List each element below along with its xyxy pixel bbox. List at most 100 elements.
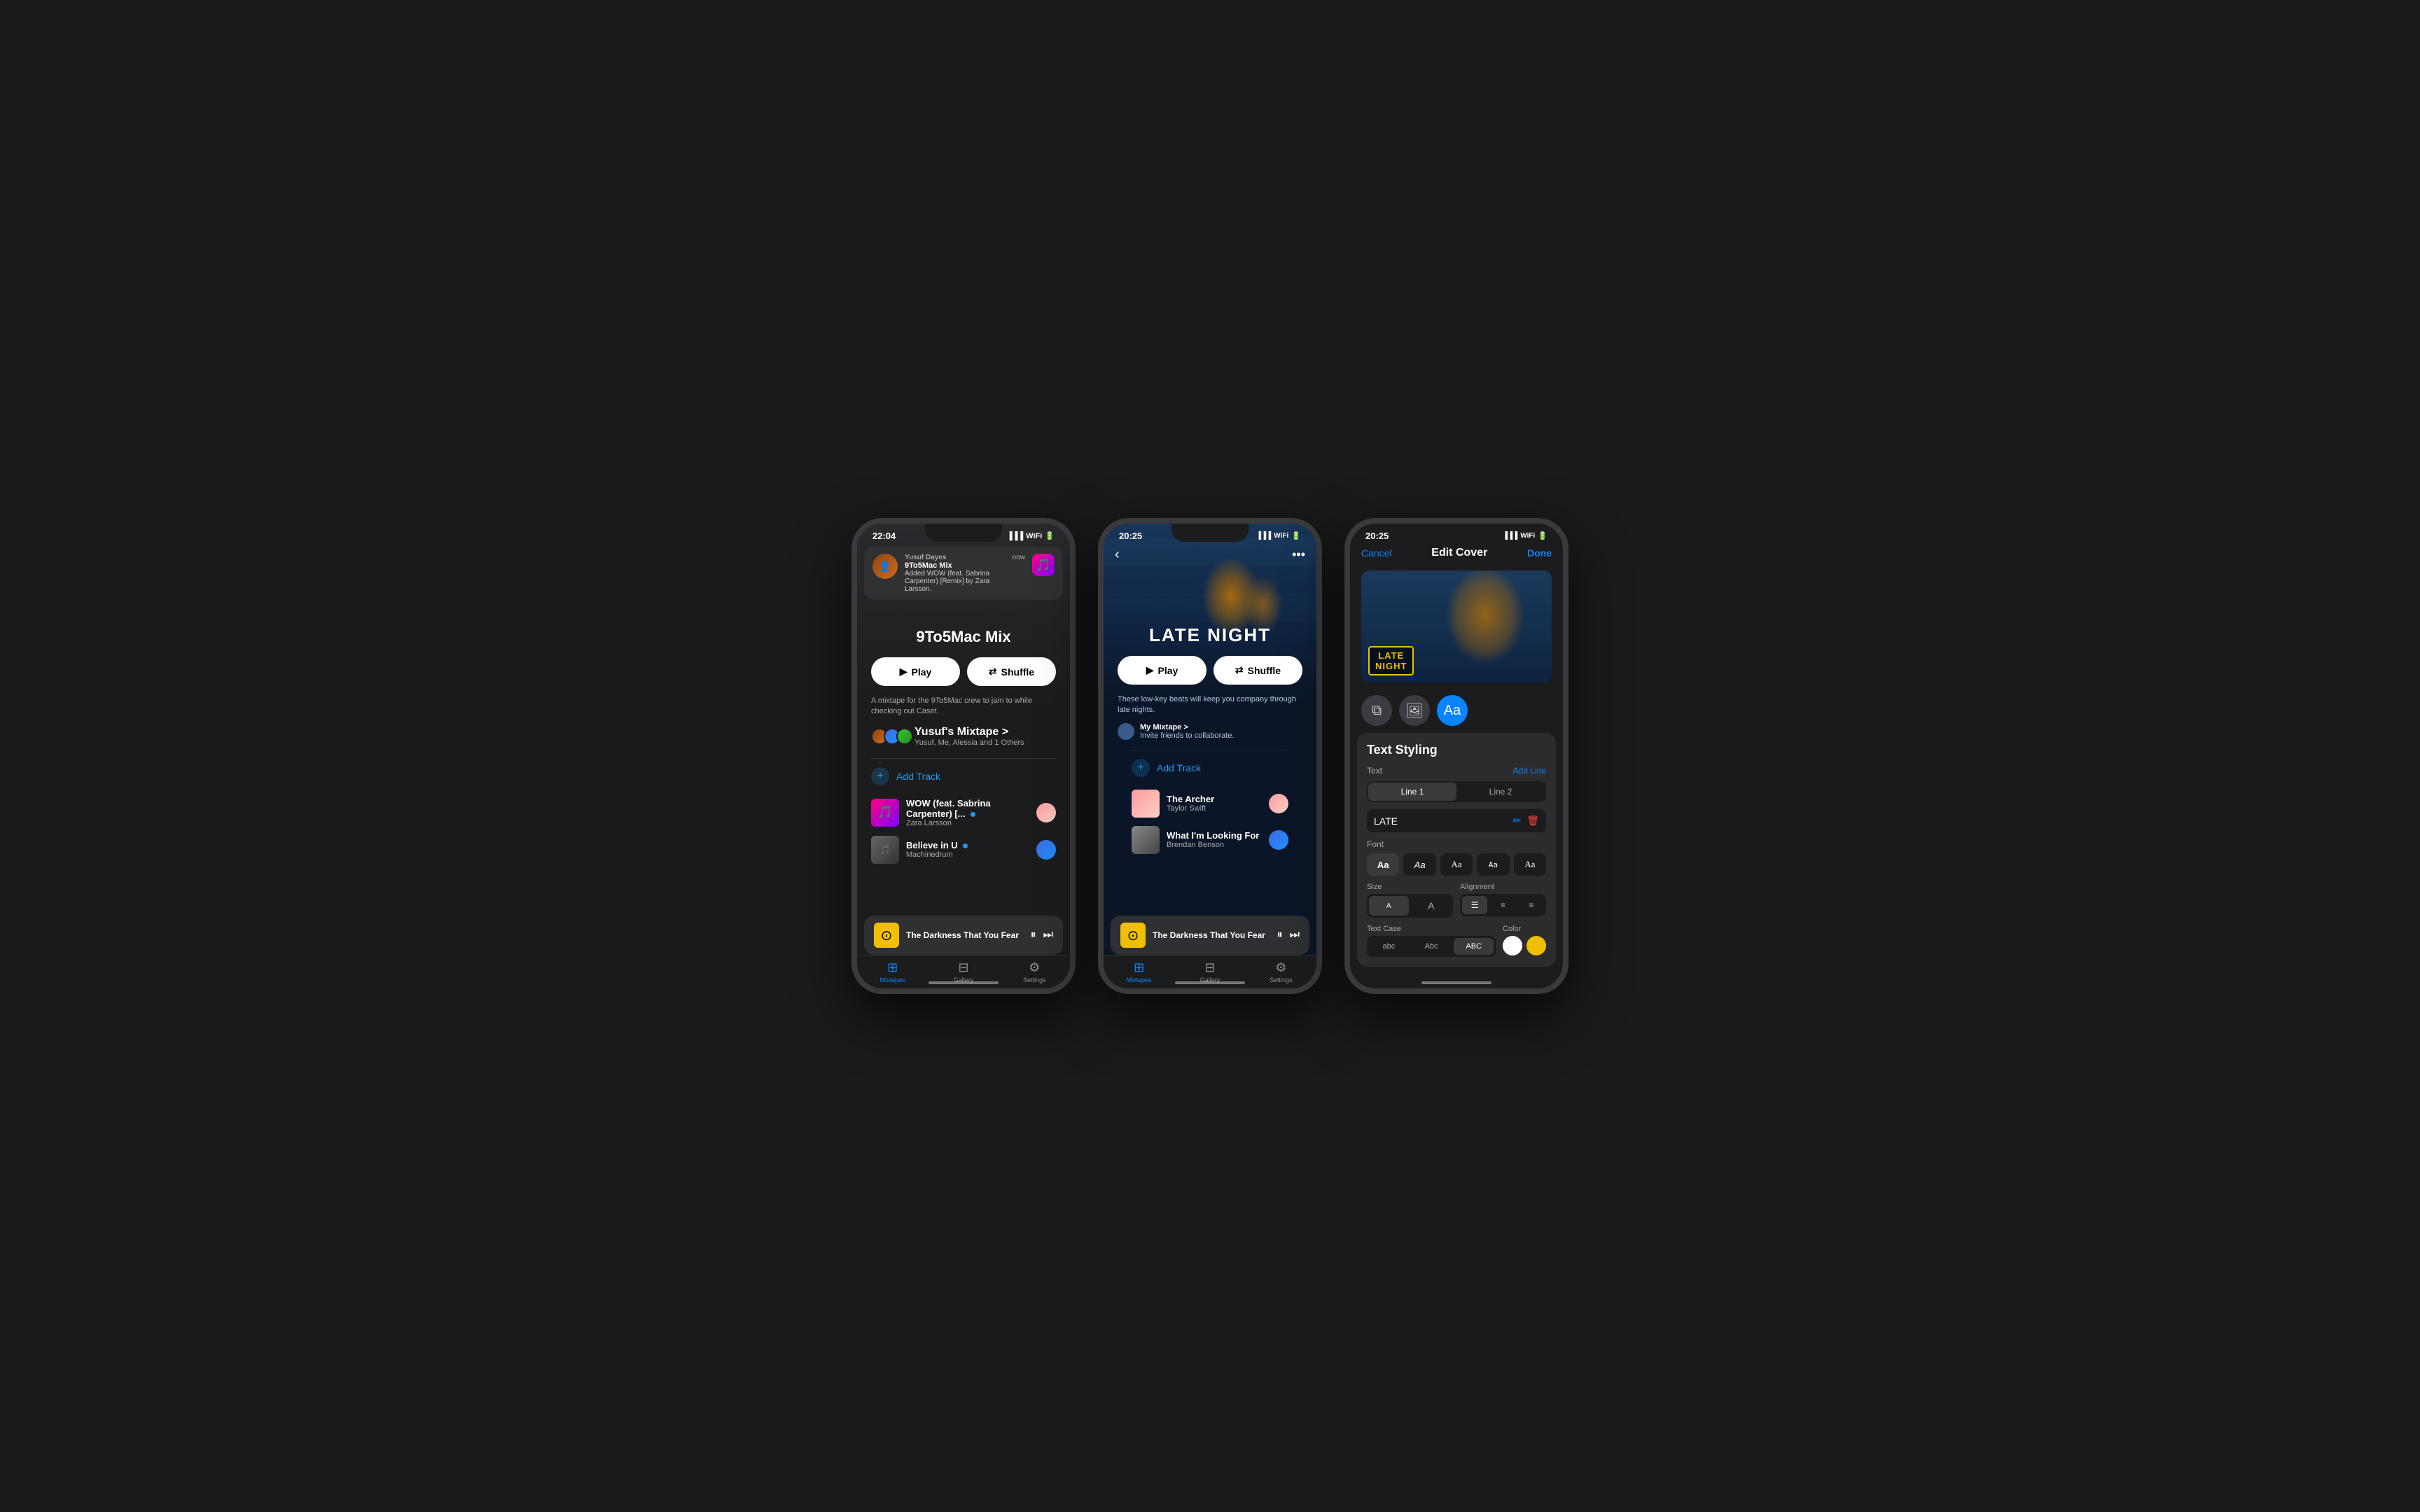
tab-mixtapes-2[interactable]: ⊞ Mixtapes <box>1104 955 1174 988</box>
delete-text-icon[interactable]: 🗑 <box>1527 815 1539 827</box>
status-bar-2: 20:25 ▐▐▐ WiFi 🔋 <box>1104 524 1316 544</box>
track-artist-what: Brendan Benson <box>1167 841 1262 849</box>
edit-text-icon[interactable]: ✏ <box>1512 815 1521 827</box>
next-icon[interactable]: ⏭ <box>1043 929 1053 941</box>
size-opt-small[interactable]: A <box>1369 896 1409 916</box>
tab-settings-1[interactable]: ⚙ Settings <box>999 955 1070 988</box>
collab-2[interactable]: My Mixtape > Invite friends to collabora… <box>1118 723 1302 740</box>
time-1: 22:04 <box>872 531 896 541</box>
settings-icon-2: ⚙ <box>1275 960 1286 975</box>
text-input-value: LATE <box>1374 816 1512 827</box>
track-row-what[interactable]: What I'm Looking For Brendan Benson <box>1118 822 1302 858</box>
font-opt-4[interactable]: Aa <box>1514 853 1546 876</box>
track-art-believe: 🎵 <box>871 836 899 864</box>
add-line-button[interactable]: Add Line <box>1513 766 1546 776</box>
cancel-button[interactable]: Cancel <box>1361 547 1392 559</box>
color-gold[interactable] <box>1527 936 1546 955</box>
text-label: Text <box>1367 766 1382 776</box>
shuffle-icon-2: ⇄ <box>1235 664 1244 676</box>
notif-body: Added WOW (feat. Sabrina Carpenter) [Rem… <box>905 570 1006 593</box>
collab-avatar-3 <box>896 728 913 745</box>
phone-2: 20:25 ▐▐▐ WiFi 🔋 ‹ ••• LATE NIGHT ▶ Pl <box>1098 518 1322 994</box>
align-center[interactable]: ≡ <box>1490 896 1515 914</box>
font-opt-3[interactable]: Aa <box>1477 853 1509 876</box>
case-title[interactable]: Abc <box>1412 938 1452 955</box>
home-indicator-3 <box>1421 981 1491 984</box>
image-icon: 🖼 <box>1405 702 1423 720</box>
gallery-icon-2: ⊟ <box>1204 960 1215 975</box>
cover-night-text: NIGHT <box>1375 661 1407 671</box>
track-name-what: What I'm Looking For <box>1167 830 1262 841</box>
mini-player-1[interactable]: ⊙ The Darkness That You Fear ⏸ ⏭ <box>864 916 1063 955</box>
mini-controls: ⏸ ⏭ <box>1031 929 1053 941</box>
case-section: Text Case abc Abc ABC <box>1367 925 1496 957</box>
cover-preview: LATE NIGHT <box>1361 570 1552 682</box>
text-section-header: Text Add Line <box>1367 766 1546 776</box>
add-track-2[interactable]: + Add Track <box>1118 750 1302 785</box>
status-bar-1: 22:04 ▐▐▐ WiFi 🔋 <box>857 524 1070 544</box>
next-icon-2[interactable]: ⏭ <box>1290 929 1300 941</box>
mini-player-2[interactable]: ⊙ The Darkness That You Fear ⏸ ⏭ <box>1111 916 1309 955</box>
font-options: Aa Aa Aa Aa Aa <box>1367 853 1546 876</box>
back-button[interactable]: ‹ <box>1115 547 1120 563</box>
track-row-archer[interactable]: The Archer Taylor Swift <box>1118 785 1302 822</box>
add-icon-2: + <box>1132 759 1150 777</box>
play-button-1[interactable]: ▶ Play <box>871 657 960 686</box>
done-button[interactable]: Done <box>1527 547 1552 559</box>
edit-cover-nav: Cancel Edit Cover Done <box>1350 544 1563 565</box>
play-icon: ▶ <box>900 666 908 678</box>
cover-label: LATE NIGHT <box>1368 646 1414 676</box>
track-avatar-archer <box>1269 794 1288 813</box>
action-buttons-2: ▶ Play ⇄ Shuffle <box>1118 656 1302 685</box>
track-name-wow: WOW (feat. Sabrina Carpenter) [... <box>906 798 1029 819</box>
signal-icon-3: ▐▐▐ <box>1503 532 1517 540</box>
case-upper[interactable]: ABC <box>1454 938 1494 955</box>
notif-app-name: Yusuf Dayes <box>905 554 1006 561</box>
tab-settings-2[interactable]: ⚙ Settings <box>1246 955 1316 988</box>
line-tab-2[interactable]: Line 2 <box>1456 783 1545 801</box>
track-avatar-believe <box>1036 840 1056 860</box>
line-tab-1[interactable]: Line 1 <box>1368 783 1456 801</box>
mini-art: ⊙ <box>874 923 899 948</box>
color-white[interactable] <box>1503 936 1522 955</box>
size-label: Size <box>1367 883 1453 891</box>
track-row-wow[interactable]: 🎵 WOW (feat. Sabrina Carpenter) [... Zar… <box>857 794 1070 832</box>
shuffle-button-2[interactable]: ⇄ Shuffle <box>1214 656 1302 685</box>
text-icon: Aa <box>1444 703 1461 719</box>
font-opt-2[interactable]: Aa <box>1440 853 1473 876</box>
add-track-1[interactable]: + Add Track <box>857 759 1070 794</box>
font-opt-1[interactable]: Aa <box>1403 853 1435 876</box>
text-input-row[interactable]: LATE ✏ 🗑 <box>1367 809 1546 832</box>
action-buttons-1: ▶ Play ⇄ Shuffle <box>871 657 1056 686</box>
tab-mixtapes-1[interactable]: ⊞ Mixtapes <box>857 955 928 988</box>
notification-banner[interactable]: 👤 Yusuf Dayes 9To5Mac Mix Added WOW (fea… <box>864 547 1063 600</box>
home-indicator-1 <box>929 981 999 984</box>
mixtapes-icon: ⊞ <box>887 960 898 975</box>
track-avatar-wow <box>1036 803 1056 822</box>
notif-avatar: 👤 <box>872 554 898 579</box>
edit-cover-title: Edit Cover <box>1431 547 1487 559</box>
mini-art-2: ⊙ <box>1120 923 1146 948</box>
status-icons-1: ▐▐▐ WiFi 🔋 <box>1007 531 1055 540</box>
collab-sub-2: Invite friends to collaborate. <box>1140 732 1235 740</box>
track-row-believe[interactable]: 🎵 Believe in U Machinedrum <box>857 832 1070 868</box>
pause-icon-2[interactable]: ⏸ <box>1277 929 1283 941</box>
new-dot <box>971 812 975 817</box>
case-lower[interactable]: abc <box>1369 938 1409 955</box>
size-opt-large[interactable]: A <box>1412 896 1452 916</box>
text-tool-button[interactable]: Aa <box>1437 695 1468 726</box>
alignment-label: Alignment <box>1460 883 1546 891</box>
more-button[interactable]: ••• <box>1292 547 1305 562</box>
collaborators-1[interactable]: Yusuf's Mixtape > Yusuf, Me, Alessia and… <box>871 726 1056 747</box>
layers-tool-button[interactable]: ⧉ <box>1361 695 1392 726</box>
collab-avatars <box>871 728 909 745</box>
shuffle-button-1[interactable]: ⇄ Shuffle <box>967 657 1056 686</box>
font-opt-0[interactable]: Aa <box>1367 853 1399 876</box>
phone-3: 20:25 ▐▐▐ WiFi 🔋 Cancel Edit Cover Done … <box>1344 518 1569 994</box>
align-right[interactable]: ≡ <box>1519 896 1544 914</box>
play-button-2[interactable]: ▶ Play <box>1118 656 1206 685</box>
align-left[interactable]: ☰ <box>1462 896 1487 914</box>
collab-name-2: My Mixtape > <box>1140 723 1235 732</box>
pause-icon[interactable]: ⏸ <box>1031 929 1036 941</box>
image-tool-button[interactable]: 🖼 <box>1399 695 1430 726</box>
